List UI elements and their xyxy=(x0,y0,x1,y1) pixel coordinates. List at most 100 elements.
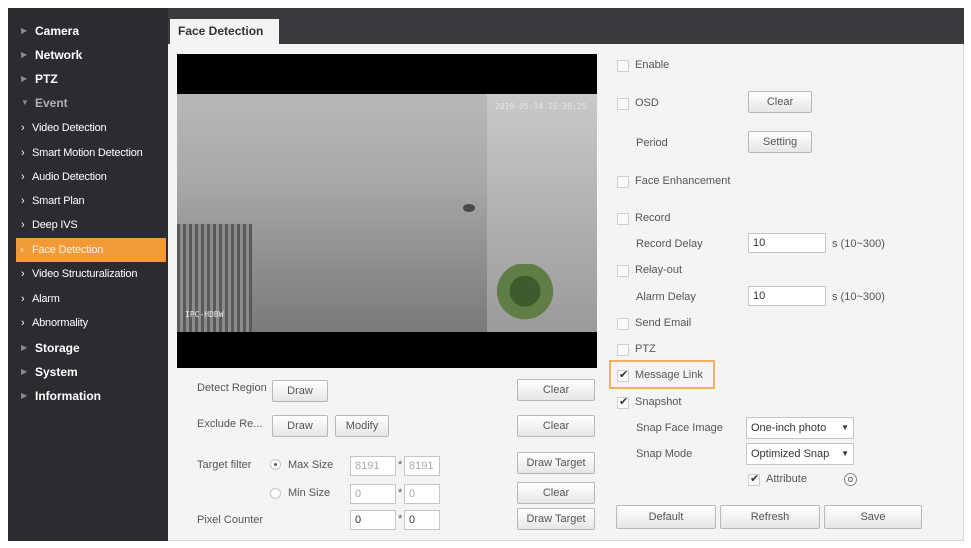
attribute-label: Attribute xyxy=(766,473,807,485)
sidebar-item-label: Alarm xyxy=(32,293,60,305)
dropdown-caret-icon: ▼ xyxy=(841,449,849,458)
sidebar-item-label: Deep IVS xyxy=(32,219,78,231)
record-delay-label: Record Delay xyxy=(636,238,703,250)
sidebar-item-label: System xyxy=(35,365,78,379)
detect-region-clear-button[interactable]: Clear xyxy=(517,379,595,401)
detect-region-draw-button[interactable]: Draw xyxy=(272,380,328,402)
tab-face-detection[interactable]: Face Detection xyxy=(170,19,279,44)
camera-image: 2019-05-14 15:39:25 IPC-HDBW xyxy=(177,94,597,332)
exclude-region-clear-button[interactable]: Clear xyxy=(517,415,595,437)
sidebar-item-label: Event xyxy=(35,96,68,110)
sidebar-item-network[interactable]: ▶ Network xyxy=(8,43,168,67)
min-size-radio[interactable] xyxy=(270,488,281,499)
snapshot-checkbox[interactable] xyxy=(617,395,629,409)
default-button[interactable]: Default xyxy=(616,505,716,529)
size-separator: * xyxy=(398,459,403,471)
sidebar-item-label: Information xyxy=(35,389,101,403)
target-filter-label: Target filter xyxy=(197,459,252,471)
chevron-right-icon: › xyxy=(21,219,25,231)
expand-arrow-icon: ▶ xyxy=(21,74,28,83)
pixel-counter-height-input[interactable]: 0 xyxy=(404,510,440,530)
min-size-width-input[interactable]: 0 xyxy=(350,484,396,504)
expand-arrow-icon: ▶ xyxy=(21,367,28,376)
alarm-delay-range: s (10~300) xyxy=(832,291,885,303)
snap-mode-label: Snap Mode xyxy=(636,448,693,460)
period-label: Period xyxy=(636,137,668,149)
record-checkbox[interactable] xyxy=(617,213,629,225)
face-enhancement-label: Face Enhancement xyxy=(635,175,731,187)
exclude-region-draw-button[interactable]: Draw xyxy=(272,415,328,437)
min-size-label: Min Size xyxy=(288,487,331,499)
max-size-width-input[interactable]: 8191 xyxy=(350,456,396,476)
sidebar-item-abnormality[interactable]: › Abnormality xyxy=(8,311,168,335)
sidebar-item-label: Network xyxy=(35,48,83,62)
expand-arrow-icon: ▶ xyxy=(21,391,28,400)
send-email-checkbox[interactable] xyxy=(617,318,629,330)
save-button[interactable]: Save xyxy=(824,505,922,529)
draw-target-button[interactable]: Draw Target xyxy=(517,452,595,474)
attribute-checkbox[interactable] xyxy=(748,472,760,486)
sidebar-item-ptz[interactable]: ▶ PTZ xyxy=(8,67,168,91)
video-preview[interactable]: 2019-05-14 15:39:25 IPC-HDBW xyxy=(177,54,597,368)
alarm-delay-input[interactable]: 10 xyxy=(748,286,826,306)
pixel-counter-draw-target-button[interactable]: Draw Target xyxy=(517,508,595,530)
expand-arrow-icon: ▶ xyxy=(21,50,28,59)
face-enhancement-checkbox[interactable] xyxy=(617,176,629,188)
sidebar-item-video-structuralization[interactable]: › Video Structuralization xyxy=(8,262,168,286)
exclude-region-label: Exclude Re... xyxy=(197,418,263,430)
collapse-arrow-icon: ▼ xyxy=(21,98,29,107)
pixel-counter-width-input[interactable]: 0 xyxy=(350,510,396,530)
sidebar-item-smart-plan[interactable]: › Smart Plan xyxy=(8,189,168,213)
max-size-height-input[interactable]: 8191 xyxy=(404,456,440,476)
sidebar-item-label: Storage xyxy=(35,341,80,355)
record-delay-input[interactable]: 10 xyxy=(748,233,826,253)
dropdown-caret-icon: ▼ xyxy=(841,423,849,432)
target-filter-clear-button[interactable]: Clear xyxy=(517,482,595,504)
osd-clear-button[interactable]: Clear xyxy=(748,91,812,113)
ptz-checkbox[interactable] xyxy=(617,344,629,356)
min-size-height-input[interactable]: 0 xyxy=(404,484,440,504)
attribute-settings-icon[interactable] xyxy=(844,473,857,486)
sidebar-item-label: Smart Plan xyxy=(32,195,85,207)
enable-checkbox[interactable] xyxy=(617,60,629,72)
sidebar-item-video-detection[interactable]: › Video Detection xyxy=(8,116,168,140)
snap-face-image-select[interactable]: One-inch photo ▼ xyxy=(746,417,854,439)
sidebar-item-label: Audio Detection xyxy=(32,171,107,183)
sidebar-item-label: Video Detection xyxy=(32,122,107,134)
select-value: Optimized Snap xyxy=(751,448,830,460)
sidebar-item-information[interactable]: ▶ Information xyxy=(8,384,168,408)
sidebar-item-label: Video Structuralization xyxy=(32,268,138,280)
sidebar-item-label: Smart Motion Detection xyxy=(32,147,143,159)
sidebar-item-system[interactable]: ▶ System xyxy=(8,360,168,384)
sidebar-item-storage[interactable]: ▶ Storage xyxy=(8,336,168,360)
sidebar-item-label: Abnormality xyxy=(32,317,88,329)
sidebar-item-audio-detection[interactable]: › Audio Detection xyxy=(8,165,168,189)
record-label: Record xyxy=(635,212,671,224)
sidebar-item-face-detection[interactable]: › Face Detection xyxy=(16,238,166,262)
osd-checkbox[interactable] xyxy=(617,98,629,110)
relay-out-checkbox[interactable] xyxy=(617,265,629,277)
chevron-right-icon: › xyxy=(20,244,24,256)
ptz-label: PTZ xyxy=(635,343,656,355)
max-size-radio[interactable] xyxy=(270,459,281,470)
exclude-region-modify-button[interactable]: Modify xyxy=(335,415,389,437)
chevron-right-icon: › xyxy=(21,147,25,159)
size-separator: * xyxy=(398,513,403,525)
sidebar-item-deep-ivs[interactable]: › Deep IVS xyxy=(8,213,168,237)
sidebar-item-smart-motion-detection[interactable]: › Smart Motion Detection xyxy=(8,141,168,165)
osd-channel-text: IPC-HDBW xyxy=(185,310,224,319)
relay-out-label: Relay-out xyxy=(635,264,683,276)
period-setting-button[interactable]: Setting xyxy=(748,131,812,153)
refresh-button[interactable]: Refresh xyxy=(720,505,820,529)
sidebar-item-event[interactable]: ▼ Event xyxy=(8,91,168,115)
expand-arrow-icon: ▶ xyxy=(21,343,28,352)
snap-mode-select[interactable]: Optimized Snap ▼ xyxy=(746,443,854,465)
size-separator: * xyxy=(398,487,403,499)
sidebar-item-camera[interactable]: ▶ Camera xyxy=(8,19,168,43)
expand-arrow-icon: ▶ xyxy=(21,26,28,35)
chevron-right-icon: › xyxy=(21,171,25,183)
tab-bar xyxy=(168,8,964,44)
message-link-checkbox[interactable] xyxy=(617,368,629,382)
sidebar-item-alarm[interactable]: › Alarm xyxy=(8,287,168,311)
pixel-counter-label: Pixel Counter xyxy=(197,514,264,526)
